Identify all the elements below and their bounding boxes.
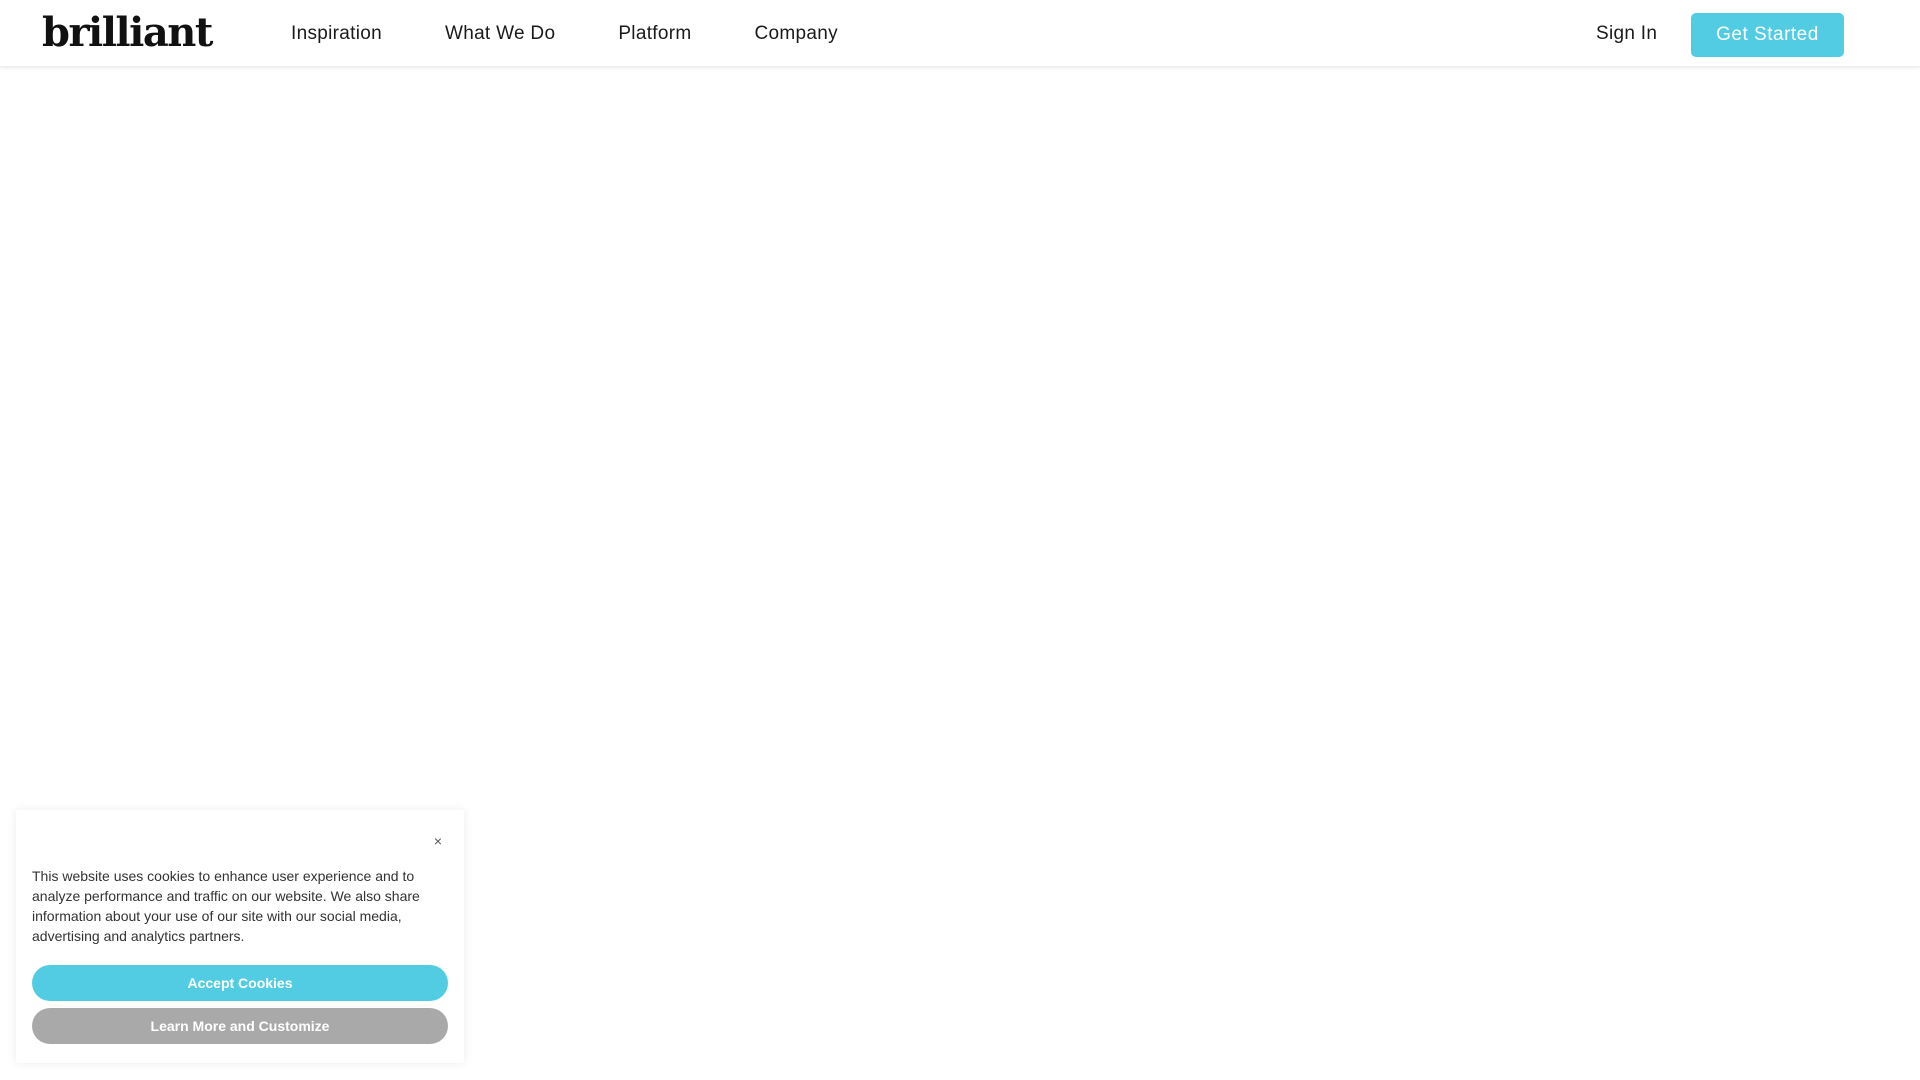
- learn-more-customize-button[interactable]: Learn More and Customize: [32, 1008, 448, 1044]
- cookie-message: This website uses cookies to enhance use…: [32, 868, 420, 944]
- nav-item-platform[interactable]: Platform: [618, 0, 691, 67]
- nav-item-inspiration[interactable]: Inspiration: [291, 0, 382, 67]
- main-nav: Inspiration What We Do Platform Company: [291, 0, 901, 67]
- nav-item-company[interactable]: Company: [754, 0, 837, 67]
- get-started-button[interactable]: Get Started: [1691, 13, 1844, 57]
- brilliant-logo[interactable]: brilliant: [42, 8, 213, 58]
- nav-item-what-we-do[interactable]: What We Do: [445, 0, 555, 67]
- sign-in-link[interactable]: Sign In: [1596, 0, 1657, 67]
- close-icon[interactable]: ×: [434, 834, 442, 848]
- accept-cookies-button[interactable]: Accept Cookies: [32, 965, 448, 1001]
- cookie-banner: × This website uses cookies to enhance u…: [16, 810, 464, 1063]
- site-header: brilliant Inspiration What We Do Platfor…: [0, 0, 1920, 67]
